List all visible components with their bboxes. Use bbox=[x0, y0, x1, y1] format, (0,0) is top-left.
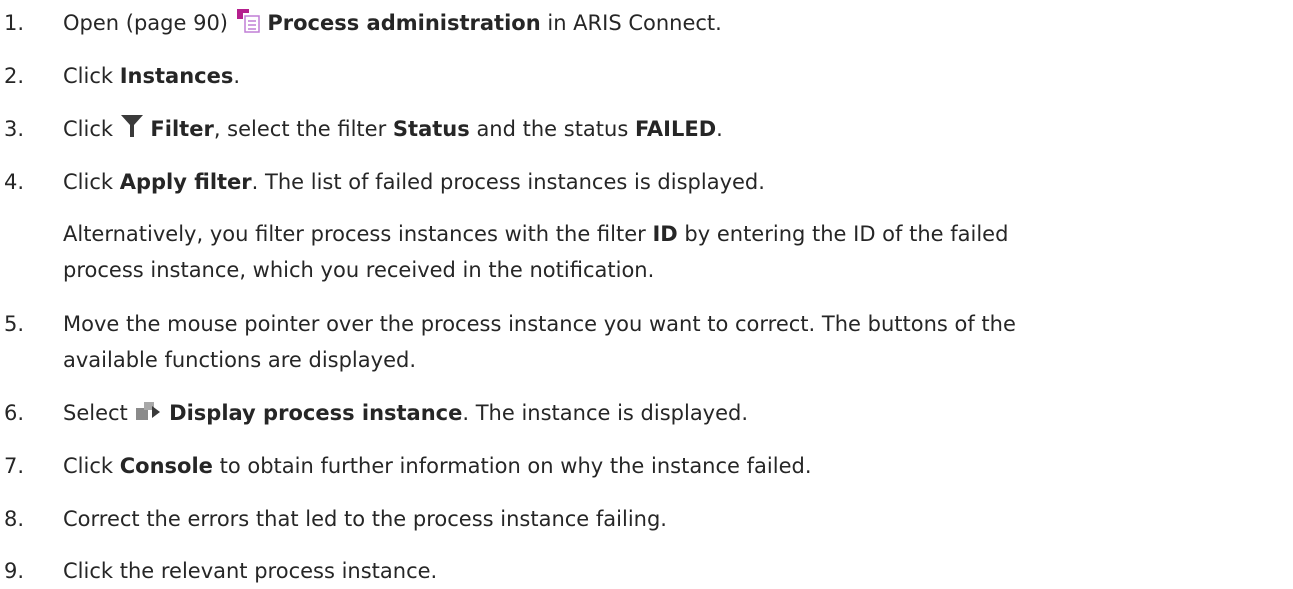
ui-term-process-administration: Process administration bbox=[267, 11, 541, 35]
step-number: 4. bbox=[4, 170, 25, 194]
display-process-instance-icon bbox=[134, 398, 162, 422]
step-number: 9. bbox=[4, 559, 25, 583]
note-text: process instance, which you received in … bbox=[63, 258, 655, 282]
note-text: by entering the ID of the failed bbox=[684, 222, 1009, 246]
step-number: 2. bbox=[4, 64, 25, 88]
step-number: 7. bbox=[4, 454, 25, 478]
ui-term-display-process-instance: Display process instance bbox=[169, 401, 463, 425]
step-text: Click the relevant process instance. bbox=[63, 559, 438, 583]
step-number: 3. bbox=[4, 117, 25, 141]
ui-term-id: ID bbox=[652, 222, 678, 246]
step-text: . The instance is displayed. bbox=[462, 401, 749, 425]
step-text: Correct the errors that led to the proce… bbox=[63, 507, 667, 531]
step-text: Open (page 90) bbox=[63, 11, 228, 35]
note-text: Alternatively, you filter process instan… bbox=[63, 222, 646, 246]
ui-term-status: Status bbox=[392, 117, 470, 141]
ui-term-filter: Filter bbox=[150, 117, 214, 141]
step-text: available functions are displayed. bbox=[63, 348, 416, 372]
step-number: 1. bbox=[4, 11, 25, 35]
step-text: Select bbox=[63, 401, 128, 425]
ui-term-instances: Instances bbox=[119, 64, 234, 88]
step-text: . The list of failed process instances i… bbox=[251, 170, 765, 194]
step-text: Click bbox=[63, 117, 114, 141]
alternative-note: Alternatively, you filter process instan… bbox=[63, 216, 1288, 288]
step-number: 5. bbox=[4, 312, 25, 336]
step-number: 6. bbox=[4, 401, 25, 425]
ui-term-console: Console bbox=[119, 454, 213, 478]
step-text: in ARIS Connect. bbox=[547, 11, 722, 35]
step-text: Click bbox=[63, 454, 114, 478]
process-administration-icon bbox=[235, 7, 261, 33]
step-text: Move the mouse pointer over the process … bbox=[63, 312, 1016, 336]
step-text: , select the filter bbox=[213, 117, 387, 141]
step-text: to obtain further information on why the… bbox=[219, 454, 812, 478]
step-number: 8. bbox=[4, 507, 25, 531]
step-text: . bbox=[716, 117, 723, 141]
step-text: . bbox=[233, 64, 241, 88]
step-text: and the status bbox=[476, 117, 629, 141]
ui-term-failed: FAILED bbox=[634, 117, 717, 141]
step-text: Click bbox=[63, 170, 114, 194]
step-text: Click bbox=[63, 64, 114, 88]
ui-term-apply-filter: Apply filter bbox=[119, 170, 252, 194]
filter-icon bbox=[120, 113, 144, 139]
